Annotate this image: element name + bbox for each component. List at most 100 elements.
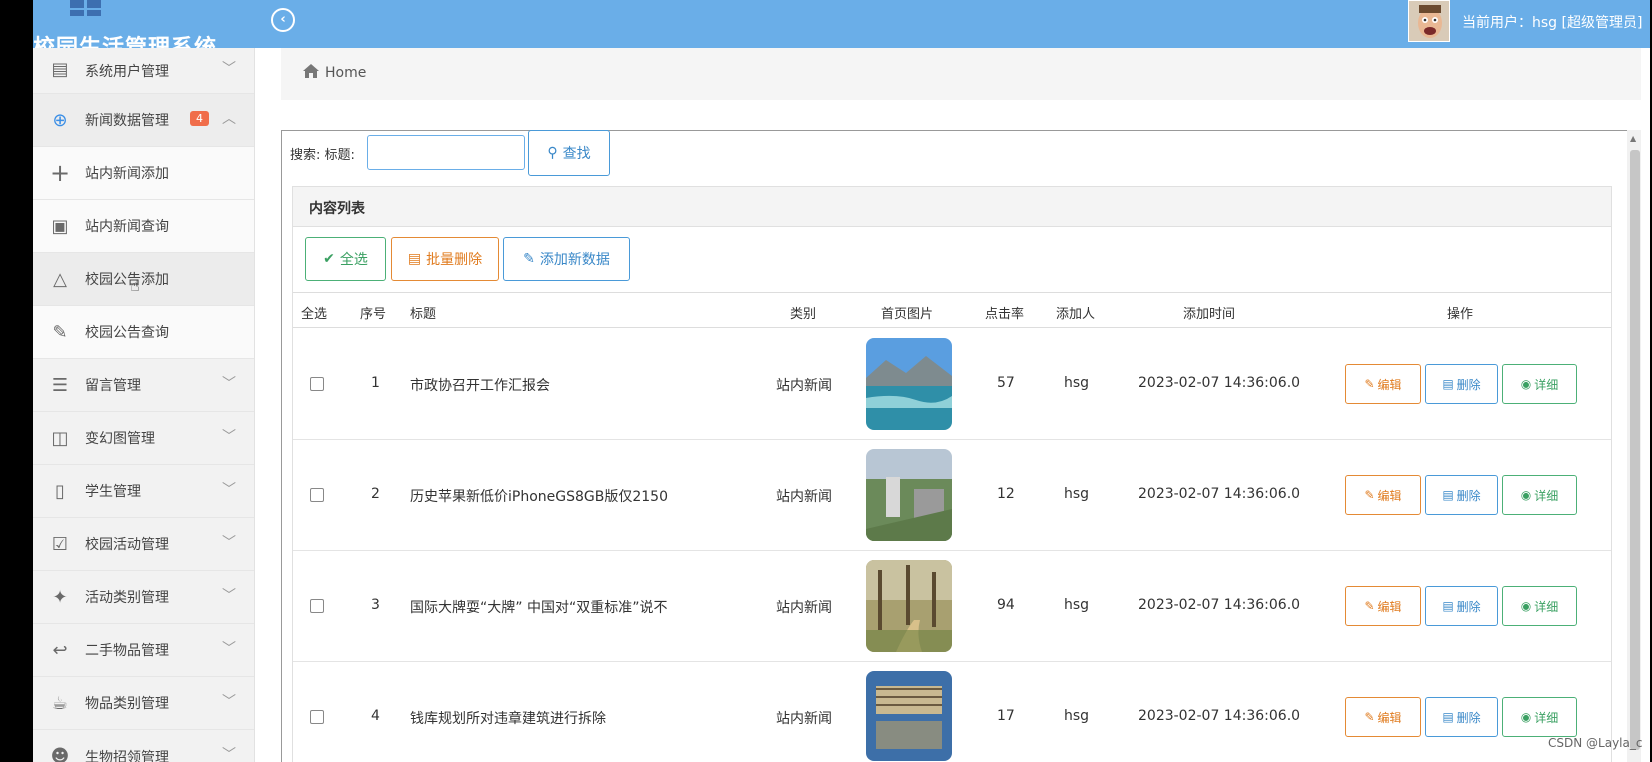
edit-icon: ✎ (1364, 710, 1375, 724)
sidebar-item-lost-found[interactable]: ☻ 生物招领管理 ﹀ (33, 730, 254, 762)
row-time: 2023-02-07 14:36:06.0 (1138, 597, 1301, 613)
monitor-icon: ▤ (51, 58, 69, 80)
warning-icon: △ (53, 268, 67, 290)
sidebar-item-item-types[interactable]: ☕ 物品类别管理 ﹀ (33, 677, 254, 730)
sidebar-item-messages[interactable]: ☰ 留言管理 ﹀ (33, 359, 254, 412)
header-no: 序号 (360, 307, 387, 322)
chevron-down-icon: ﹀ (222, 694, 236, 710)
scroll-up-icon[interactable]: ▲ (1630, 134, 1636, 143)
pen-icon: ✎ (52, 321, 68, 343)
sidebar-toggle-icon[interactable]: ‹ (271, 8, 295, 32)
row-no: 4 (371, 708, 380, 724)
edit-icon: ✎ (1364, 377, 1375, 391)
cup-icon: ☕ (51, 692, 69, 714)
delete-button[interactable]: ▤ 删除 (1425, 697, 1498, 737)
chevron-up-icon: ︿ (222, 111, 236, 127)
sidebar-item-notice-add[interactable]: △ 校园公告添加 (33, 253, 254, 306)
detail-button[interactable]: ◉ 详细 (1502, 364, 1577, 404)
sidebar-item-activity-types[interactable]: ✦ 活动类别管理 ﹀ (33, 571, 254, 624)
row-category: 站内新闻 (776, 711, 832, 727)
header-author: 添加人 (1056, 307, 1096, 322)
search-icon: ⚲ (547, 145, 558, 161)
row-image (866, 671, 952, 761)
row-no: 2 (371, 486, 380, 502)
detail-button[interactable]: ◉ 详细 (1502, 697, 1577, 737)
add-new-button[interactable]: ✎ 添加新数据 (503, 237, 630, 281)
header-select-all[interactable]: 全选 (301, 303, 327, 322)
mouse-cursor-icon: ☝ (130, 276, 140, 295)
row-image (866, 338, 952, 430)
trash-icon: ▤ (1442, 710, 1454, 724)
chevron-down-icon: ﹀ (222, 429, 236, 445)
sidebar-item-news-add[interactable]: + 站内新闻添加 (33, 147, 254, 200)
edit-button[interactable]: ✎ 编辑 (1345, 364, 1421, 404)
image-icon: ▣ (51, 215, 69, 237)
sidebar-item-news-data[interactable]: ⊕ 新闻数据管理 4 ︿ (33, 94, 254, 147)
trash-icon: ▤ (1442, 488, 1454, 502)
row-category: 站内新闻 (776, 489, 832, 505)
eye-icon: ◉ (1520, 377, 1532, 391)
current-user[interactable]: 当前用户：hsg [超级管理员] (1462, 12, 1642, 32)
row-no: 3 (371, 597, 380, 613)
delete-button[interactable]: ▤ 删除 (1425, 586, 1498, 626)
sidebar-item-students[interactable]: ▯ 学生管理 ﹀ (33, 465, 254, 518)
breadcrumb-home[interactable]: Home (325, 65, 366, 81)
row-category: 站内新闻 (776, 600, 832, 616)
select-all-button[interactable]: ✔ 全选 (305, 237, 386, 281)
edit-button[interactable]: ✎ 编辑 (1345, 586, 1421, 626)
search-button[interactable]: ⚲ 查找 (528, 130, 610, 176)
search-label: 搜索: 标题: (290, 148, 355, 163)
chevron-down-icon: ﹀ (222, 482, 236, 498)
edit-button[interactable]: ✎ 编辑 (1345, 475, 1421, 515)
edit-button[interactable]: ✎ 编辑 (1345, 697, 1421, 737)
table-row: 4 钱库规划所对违章建筑进行拆除 站内新闻 17 hsg 2023-02-07 … (293, 662, 1611, 762)
row-author: hsg (1064, 708, 1090, 724)
header-clicks: 点击率 (985, 307, 1025, 322)
panel-title: 内容列表 (293, 187, 1611, 227)
table-row: 1 市政协召开工作汇报会 站内新闻 57 hsg 2023-02-07 14:3… (293, 329, 1611, 440)
batch-delete-button[interactable]: ▤ 批量删除 (391, 237, 499, 281)
chevron-down-icon: ﹀ (222, 376, 236, 392)
checkbox-icon: ☑ (51, 533, 69, 555)
trash-icon: ▤ (407, 251, 422, 267)
eye-icon: ◉ (1520, 599, 1532, 613)
screen-border-left (0, 0, 33, 762)
list-icon: ☰ (51, 374, 69, 396)
sidebar-item-activities[interactable]: ☑ 校园活动管理 ﹀ (33, 518, 254, 571)
delete-button[interactable]: ▤ 删除 (1425, 364, 1498, 404)
detail-button[interactable]: ◉ 详细 (1502, 475, 1577, 515)
search-input[interactable] (367, 135, 525, 170)
avatar[interactable] (1408, 0, 1450, 42)
edit-icon: ✎ (523, 251, 535, 267)
row-author: hsg (1064, 597, 1090, 613)
row-title: 历史苹果新低价iPhoneGS8GB版仅2150 (410, 489, 668, 505)
trash-icon: ▤ (1442, 377, 1454, 391)
breadcrumb: Home (281, 48, 1641, 100)
sidebar-item-second-hand[interactable]: ↩ 二手物品管理 ﹀ (33, 624, 254, 677)
reply-icon: ↩ (52, 639, 68, 661)
table-row: 3 国际大牌耍“大牌” 中国对“双重标准”说不 站内新闻 94 hsg 2023… (293, 551, 1611, 662)
sidebar-item-slideshow[interactable]: ◫ 变幻图管理 ﹀ (33, 412, 254, 465)
row-title: 市政协召开工作汇报会 (410, 378, 550, 394)
delete-button[interactable]: ▤ 删除 (1425, 475, 1498, 515)
scrollbar-thumb[interactable] (1630, 150, 1640, 750)
row-clicks: 57 (997, 375, 1015, 391)
row-no: 1 (371, 375, 380, 391)
row-checkbox[interactable] (310, 377, 324, 391)
row-checkbox[interactable] (310, 488, 324, 502)
detail-button[interactable]: ◉ 详细 (1502, 586, 1577, 626)
sidebar-item-news-query[interactable]: ▣ 站内新闻查询 (33, 200, 254, 253)
scrollbar[interactable]: ▲ (1627, 130, 1641, 762)
sidebar-item-system-users[interactable]: ▤ 系统用户管理 ﹀ (33, 48, 254, 94)
row-image (866, 449, 952, 541)
row-checkbox[interactable] (310, 710, 324, 724)
sidebar-item-notice-query[interactable]: ✎ 校园公告查询 (33, 306, 254, 359)
header-image: 首页图片 (881, 307, 934, 322)
gift-icon: ◫ (51, 427, 69, 449)
plus-icon: + (49, 159, 71, 187)
users-icon: ☻ (50, 745, 70, 762)
row-author: hsg (1064, 375, 1090, 391)
chevron-down-icon: ﹀ (222, 588, 236, 604)
row-checkbox[interactable] (310, 599, 324, 613)
chevron-down-icon: ﹀ (222, 535, 236, 551)
